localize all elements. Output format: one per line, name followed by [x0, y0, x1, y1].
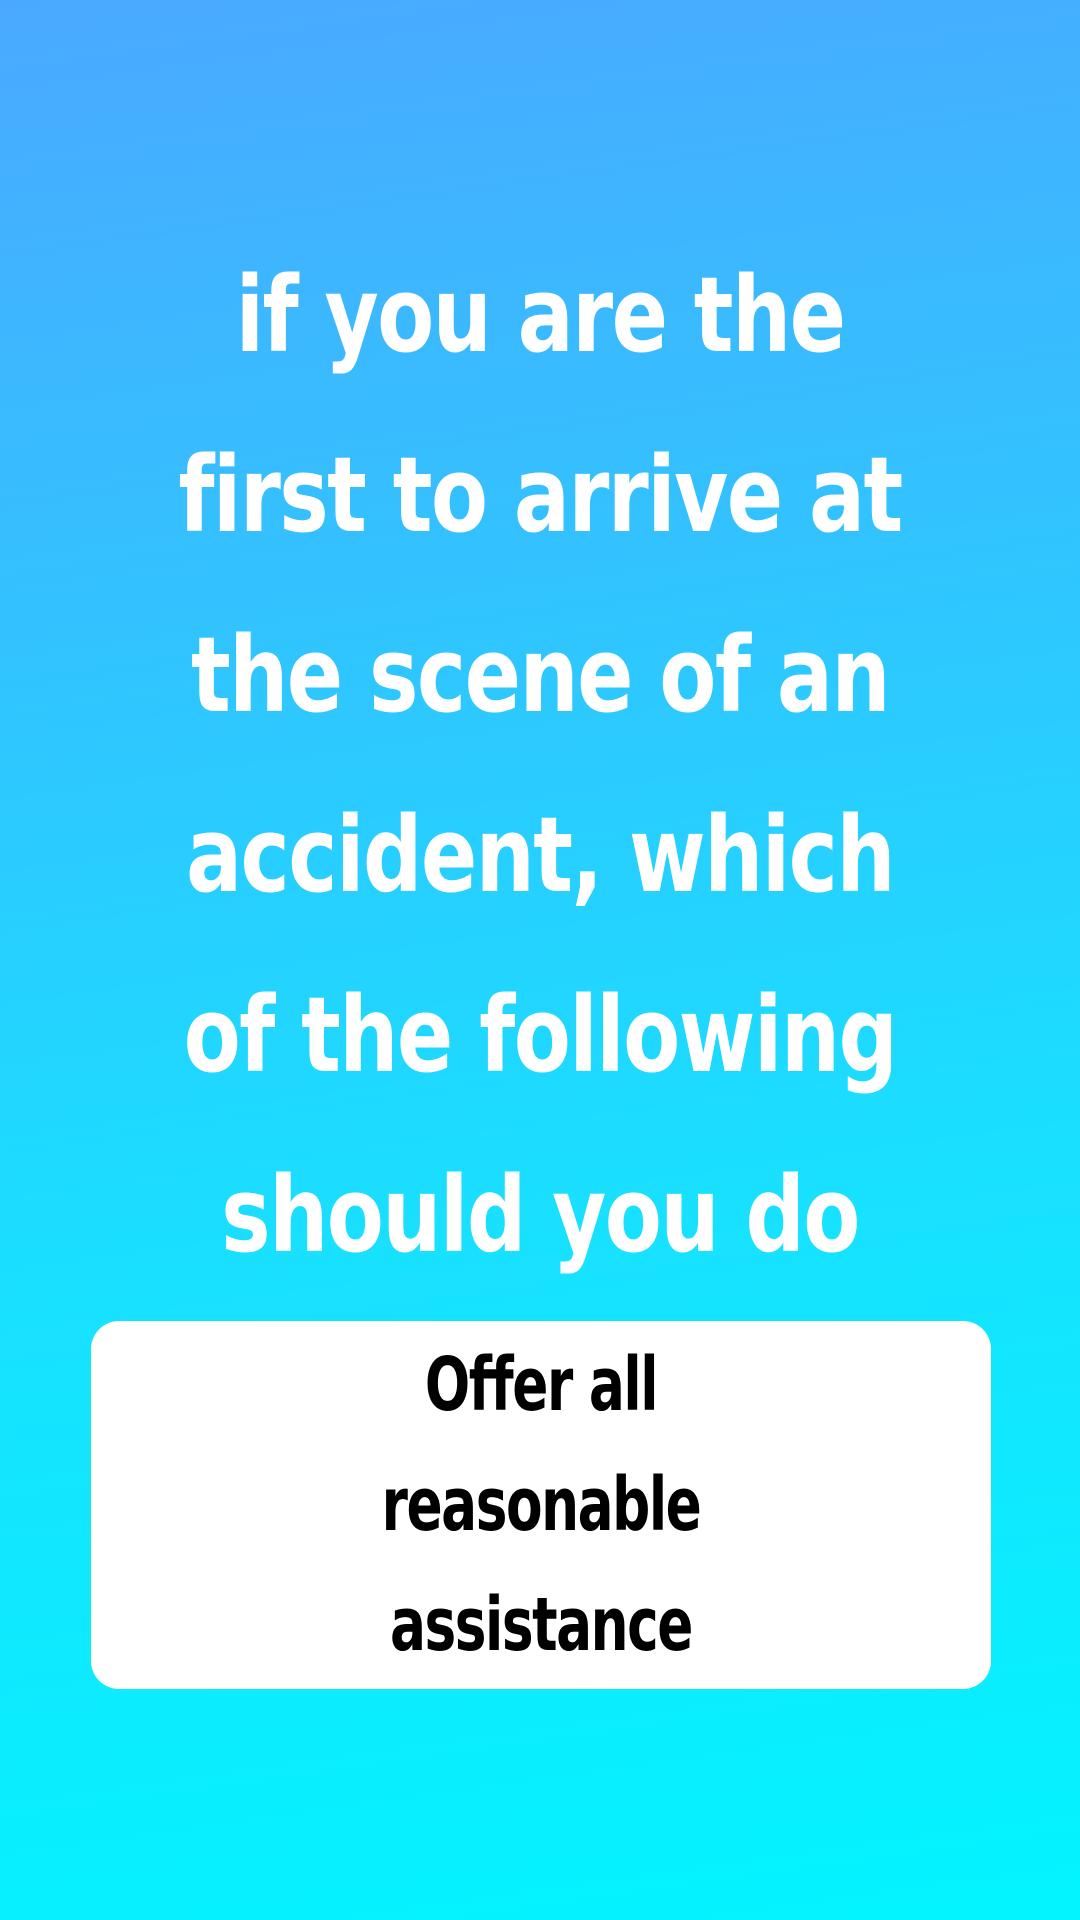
answer-option-button[interactable]: Offer all reasonable assistance	[91, 1321, 991, 1689]
question-text: if you are the first to arrive at the sc…	[178, 254, 903, 1276]
answer-option-label: Offer all reasonable assistance	[381, 1342, 702, 1668]
